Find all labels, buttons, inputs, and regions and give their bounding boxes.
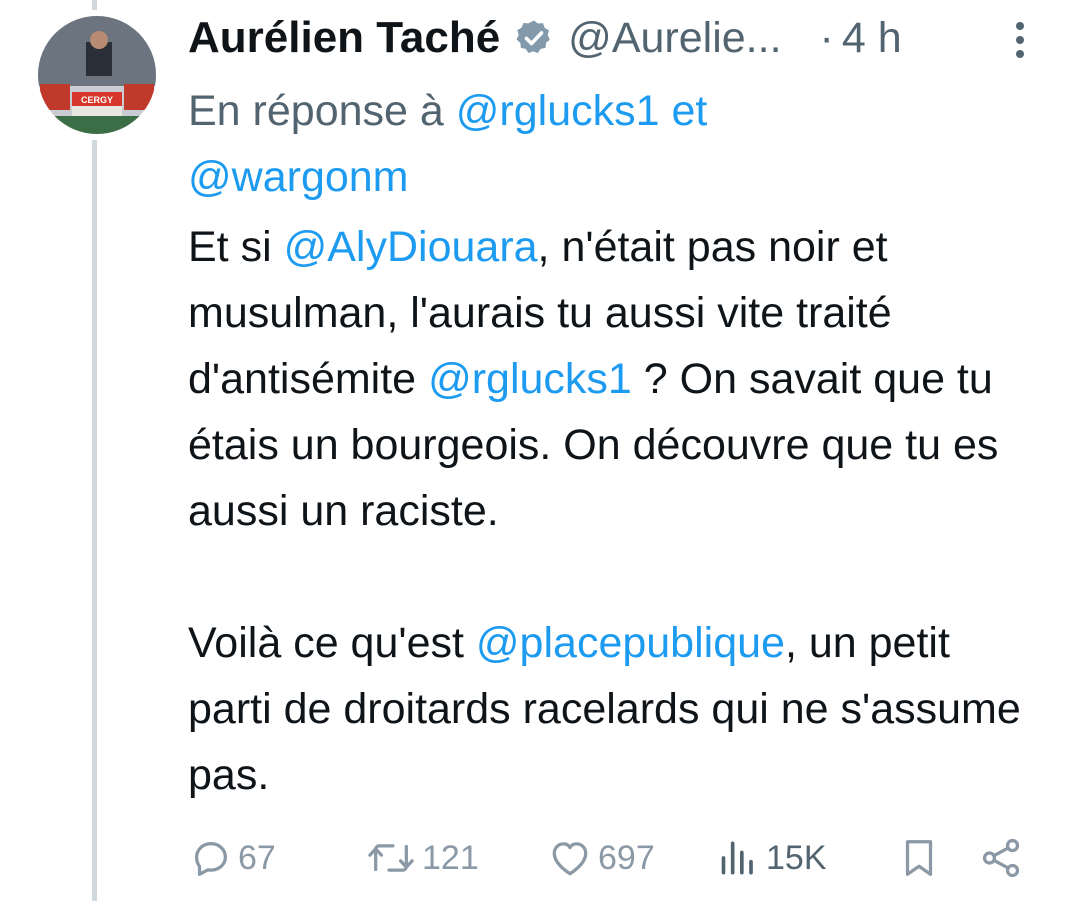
reply-mention-1[interactable]: @rglucks1 [456,87,660,135]
repost-button[interactable]: 121 [364,830,479,886]
like-button[interactable]: 697 [546,830,655,886]
body-text-segment: Et si [188,223,284,271]
mention-link[interactable]: @rglucks1 [428,355,632,403]
author-handle[interactable]: @Aurelie... [568,14,781,63]
reply-and: et [671,87,708,135]
action-bar: 67 121 697 15K [188,830,1038,886]
repost-icon [368,844,414,872]
avatar[interactable]: CERGY [38,16,156,134]
reply-icon [194,841,228,876]
reply-context: En réponse à @rglucks1 et @wargonm [188,78,1028,210]
mention-link[interactable]: @AlyDiouara [284,223,538,271]
views-count: 15K [766,838,827,877]
bookmark-icon [905,840,933,876]
more-icon[interactable] [1010,22,1030,68]
timestamp[interactable]: 4 h [842,14,902,63]
heart-icon [552,842,588,876]
thread-line-top [92,0,97,10]
mention-link[interactable]: @placepublique [476,619,785,667]
like-count: 697 [598,838,655,877]
tweet-body: Et si @AlyDiouara, n'était pas noir et m… [188,214,1038,808]
tweet-paragraph-1: Et si @AlyDiouara, n'était pas noir et m… [188,214,1038,544]
avatar-image: CERGY [38,16,156,134]
thread-line [92,140,97,901]
tweet-paragraph-2: Voilà ce qu'est @placepublique, un petit… [188,610,1038,808]
reply-prefix: En réponse à [188,87,444,135]
author-name[interactable]: Aurélien Taché [188,13,500,63]
reply-button[interactable]: 67 [188,830,276,886]
verified-badge-icon [514,18,554,58]
bookmark-button[interactable] [896,830,942,886]
repost-count: 121 [422,838,479,877]
views-icon [721,841,753,875]
reply-mention-2[interactable]: @wargonm [188,153,409,201]
share-button[interactable] [978,830,1024,886]
reply-count: 67 [238,838,276,877]
share-icon [982,838,1020,878]
tweet-header: Aurélien Taché @Aurelie... · 4 h [188,8,1048,68]
body-text-segment: Voilà ce qu'est [188,619,476,667]
views-button[interactable]: 15K [718,830,827,886]
avatar-sign-text: CERGY [81,95,113,105]
header-separator: · [819,13,834,62]
